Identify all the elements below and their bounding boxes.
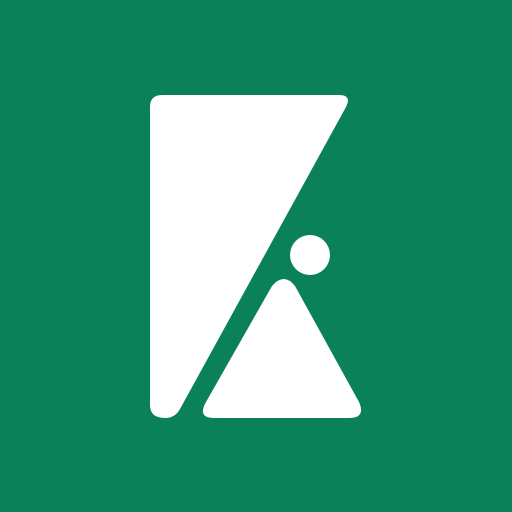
- app-icon[interactable]: [0, 0, 512, 512]
- logo-dot: [290, 235, 330, 275]
- app-logo-icon: [0, 0, 512, 512]
